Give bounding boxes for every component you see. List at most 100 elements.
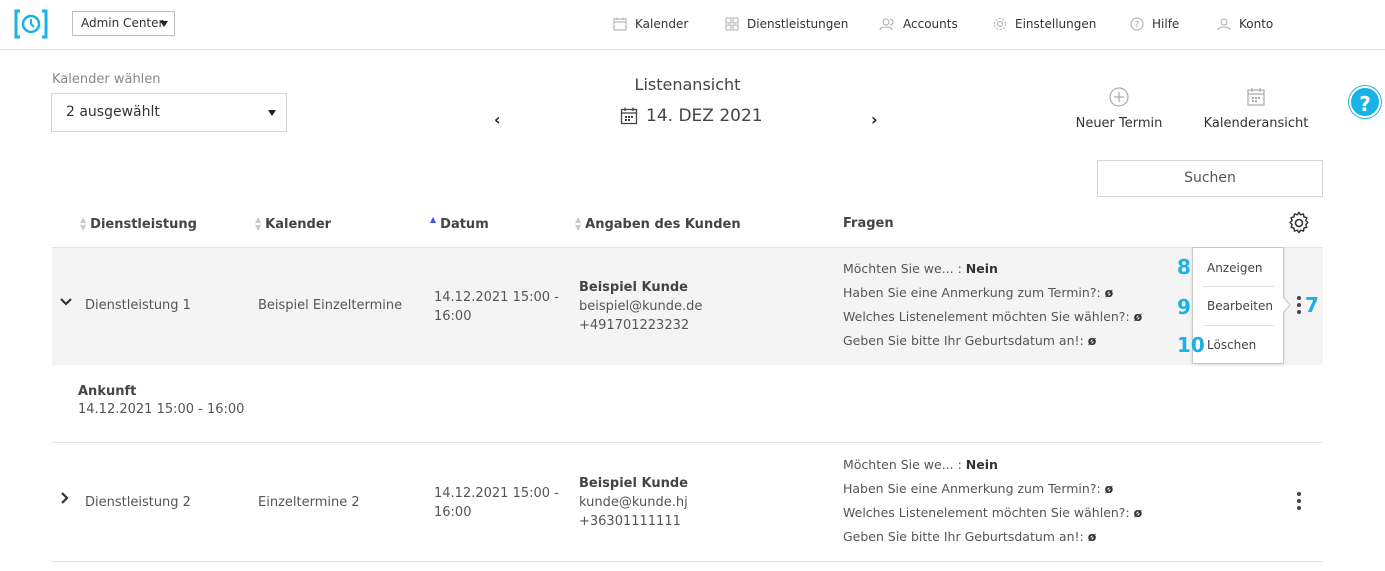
caret-down-icon <box>160 21 168 27</box>
calendar-select-value: 2 ausgewählt <box>66 104 160 120</box>
new-appointment-button[interactable]: Neuer Termin <box>1074 87 1164 131</box>
nav-calendar-label: Kalender <box>635 17 689 31</box>
customer-phone: +491701223232 <box>579 318 690 333</box>
arrival-title: Ankunft <box>78 384 137 399</box>
svg-text:?: ? <box>1135 21 1140 31</box>
sort-icon: ▲ ▼ <box>575 215 582 232</box>
row-actions-kebab-icon[interactable] <box>1297 492 1301 513</box>
column-header-service[interactable]: ▲ ▼ Dienstleistung <box>80 216 197 232</box>
search-input[interactable]: Suchen <box>1097 160 1323 197</box>
question-item: Haben Sie eine Anmerkung zum Termin?: ø <box>843 481 1114 496</box>
calendar-view-button[interactable]: Kalenderansicht <box>1203 87 1309 131</box>
customer-name: Beispiel Kunde <box>579 476 688 491</box>
new-appointment-label: Neuer Termin <box>1075 116 1163 131</box>
row-questions: Möchten Sie we... : Nein Haben Sie eine … <box>843 257 1142 353</box>
sort-icon: ▲ ▼ <box>80 215 87 232</box>
user-icon <box>1217 18 1231 31</box>
app-logo-icon[interactable] <box>14 9 48 39</box>
gear-icon[interactable] <box>1287 211 1311 235</box>
next-date-button[interactable]: › <box>871 110 878 129</box>
column-header-date-label: Datum <box>440 216 489 232</box>
nav-services[interactable]: Dienstleistungen <box>725 15 848 33</box>
nav-accounts-label: Accounts <box>903 17 958 31</box>
expand-chevron-icon[interactable] <box>60 492 70 508</box>
row-service: Dienstleistung 1 <box>85 298 191 313</box>
sort-ascending-icon: ▲ <box>430 215 437 224</box>
help-circle-icon: ? <box>1130 17 1144 31</box>
row-divider <box>52 442 1323 443</box>
row-date: 14.12.2021 15:00 - 16:00 <box>434 484 559 522</box>
column-header-customer[interactable]: ▲ ▼ Angaben des Kunden <box>575 216 741 232</box>
help-floating-button[interactable]: ? <box>1349 86 1381 118</box>
current-date[interactable]: 14. DEZ 2021 <box>620 106 763 126</box>
column-header-questions: Fragen <box>843 216 894 231</box>
menu-item-view[interactable]: Anzeigen <box>1193 249 1285 287</box>
top-bar: Admin Center Kalender Dienstleistungen A… <box>0 0 1385 50</box>
nav-account-label: Konto <box>1239 17 1274 31</box>
question-item: Welches Listenelement möchten Sie wählen… <box>843 309 1143 324</box>
nav-help-label: Hilfe <box>1152 17 1180 31</box>
row-actions-menu: Anzeigen Bearbeiten Löschen <box>1192 247 1284 364</box>
grid-icon <box>725 17 739 31</box>
nav-calendar[interactable]: Kalender <box>613 15 688 33</box>
question-item: Geben Sie bitte Ihr Geburtsdatum an!: ø <box>843 529 1097 544</box>
row-date-line1: 14.12.2021 15:00 - <box>434 290 559 305</box>
row-questions: Möchten Sie we... : Nein Haben Sie eine … <box>843 453 1142 549</box>
column-header-calendar[interactable]: ▲ ▼ Kalender <box>255 216 331 232</box>
row-calendar: Einzeltermine 2 <box>258 495 360 510</box>
column-header-customer-label: Angaben des Kunden <box>585 216 741 232</box>
calendar-select[interactable]: 2 ausgewählt <box>51 93 287 132</box>
nav-settings-label: Einstellungen <box>1015 17 1097 31</box>
nav-settings[interactable]: Einstellungen <box>993 15 1096 33</box>
nav-accounts[interactable]: Accounts <box>879 15 958 33</box>
nav-account[interactable]: Konto <box>1217 15 1273 33</box>
collapse-chevron-icon[interactable] <box>60 295 72 311</box>
annotation-marker-9: 9 <box>1177 295 1191 319</box>
calendar-icon <box>620 107 638 125</box>
calendar-select-label: Kalender wählen <box>52 72 161 87</box>
question-item: Welches Listenelement möchten Sie wählen… <box>843 505 1143 520</box>
annotation-marker-7: 7 <box>1305 293 1319 317</box>
customer-name: Beispiel Kunde <box>579 280 688 295</box>
question-item: Geben Sie bitte Ihr Geburtsdatum an!: ø <box>843 333 1097 348</box>
menu-pointer-icon <box>1282 296 1291 314</box>
row-date-line2: 16:00 <box>434 505 472 520</box>
sort-icon: ▲ ▼ <box>255 215 262 232</box>
calendar-view-label: Kalenderansicht <box>1203 116 1309 131</box>
column-header-date[interactable]: ▲ Datum <box>430 216 489 232</box>
annotation-marker-8: 8 <box>1177 255 1191 279</box>
customer-email: kunde@kunde.hj <box>579 495 688 510</box>
question-item: Haben Sie eine Anmerkung zum Termin?: ø <box>843 285 1114 300</box>
gear-icon <box>994 18 1006 30</box>
row-date: 14.12.2021 15:00 - 16:00 <box>434 288 559 326</box>
column-header-calendar-label: Kalender <box>265 216 332 232</box>
row-date-line1: 14.12.2021 15:00 - <box>434 486 559 501</box>
prev-date-button[interactable]: ‹ <box>494 110 501 129</box>
caret-down-icon <box>268 110 276 116</box>
users-icon <box>879 18 894 31</box>
arrival-time: 14.12.2021 15:00 - 16:00 <box>78 402 245 417</box>
menu-item-delete[interactable]: Löschen <box>1193 326 1285 364</box>
current-date-label: 14. DEZ 2021 <box>646 106 763 126</box>
row-divider <box>52 561 1323 562</box>
calendar-icon <box>613 17 627 31</box>
nav-services-label: Dienstleistungen <box>747 17 849 31</box>
row-service: Dienstleistung 2 <box>85 495 191 510</box>
nav-help[interactable]: ? Hilfe <box>1130 15 1179 33</box>
row-customer: Beispiel Kunde beispiel@kunde.de +491701… <box>579 278 702 335</box>
row-calendar: Beispiel Einzeltermine <box>258 298 403 313</box>
row-actions-kebab-icon[interactable] <box>1297 296 1301 317</box>
plus-circle-icon <box>1109 87 1129 107</box>
annotation-marker-10: 10 <box>1177 333 1205 357</box>
row-date-line2: 16:00 <box>434 309 472 324</box>
calendar-icon <box>1247 88 1265 106</box>
column-header-questions-label: Fragen <box>843 216 894 231</box>
customer-phone: +36301111111 <box>579 514 681 529</box>
customer-email: beispiel@kunde.de <box>579 299 703 314</box>
organization-select-value: Admin Center <box>81 16 164 30</box>
view-title: Listenansicht <box>634 75 741 94</box>
row-customer: Beispiel Kunde kunde@kunde.hj +363011111… <box>579 474 688 531</box>
question-item: Möchten Sie we... : Nein <box>843 457 998 472</box>
organization-select[interactable]: Admin Center <box>72 11 175 36</box>
menu-item-edit[interactable]: Bearbeiten <box>1193 287 1285 325</box>
